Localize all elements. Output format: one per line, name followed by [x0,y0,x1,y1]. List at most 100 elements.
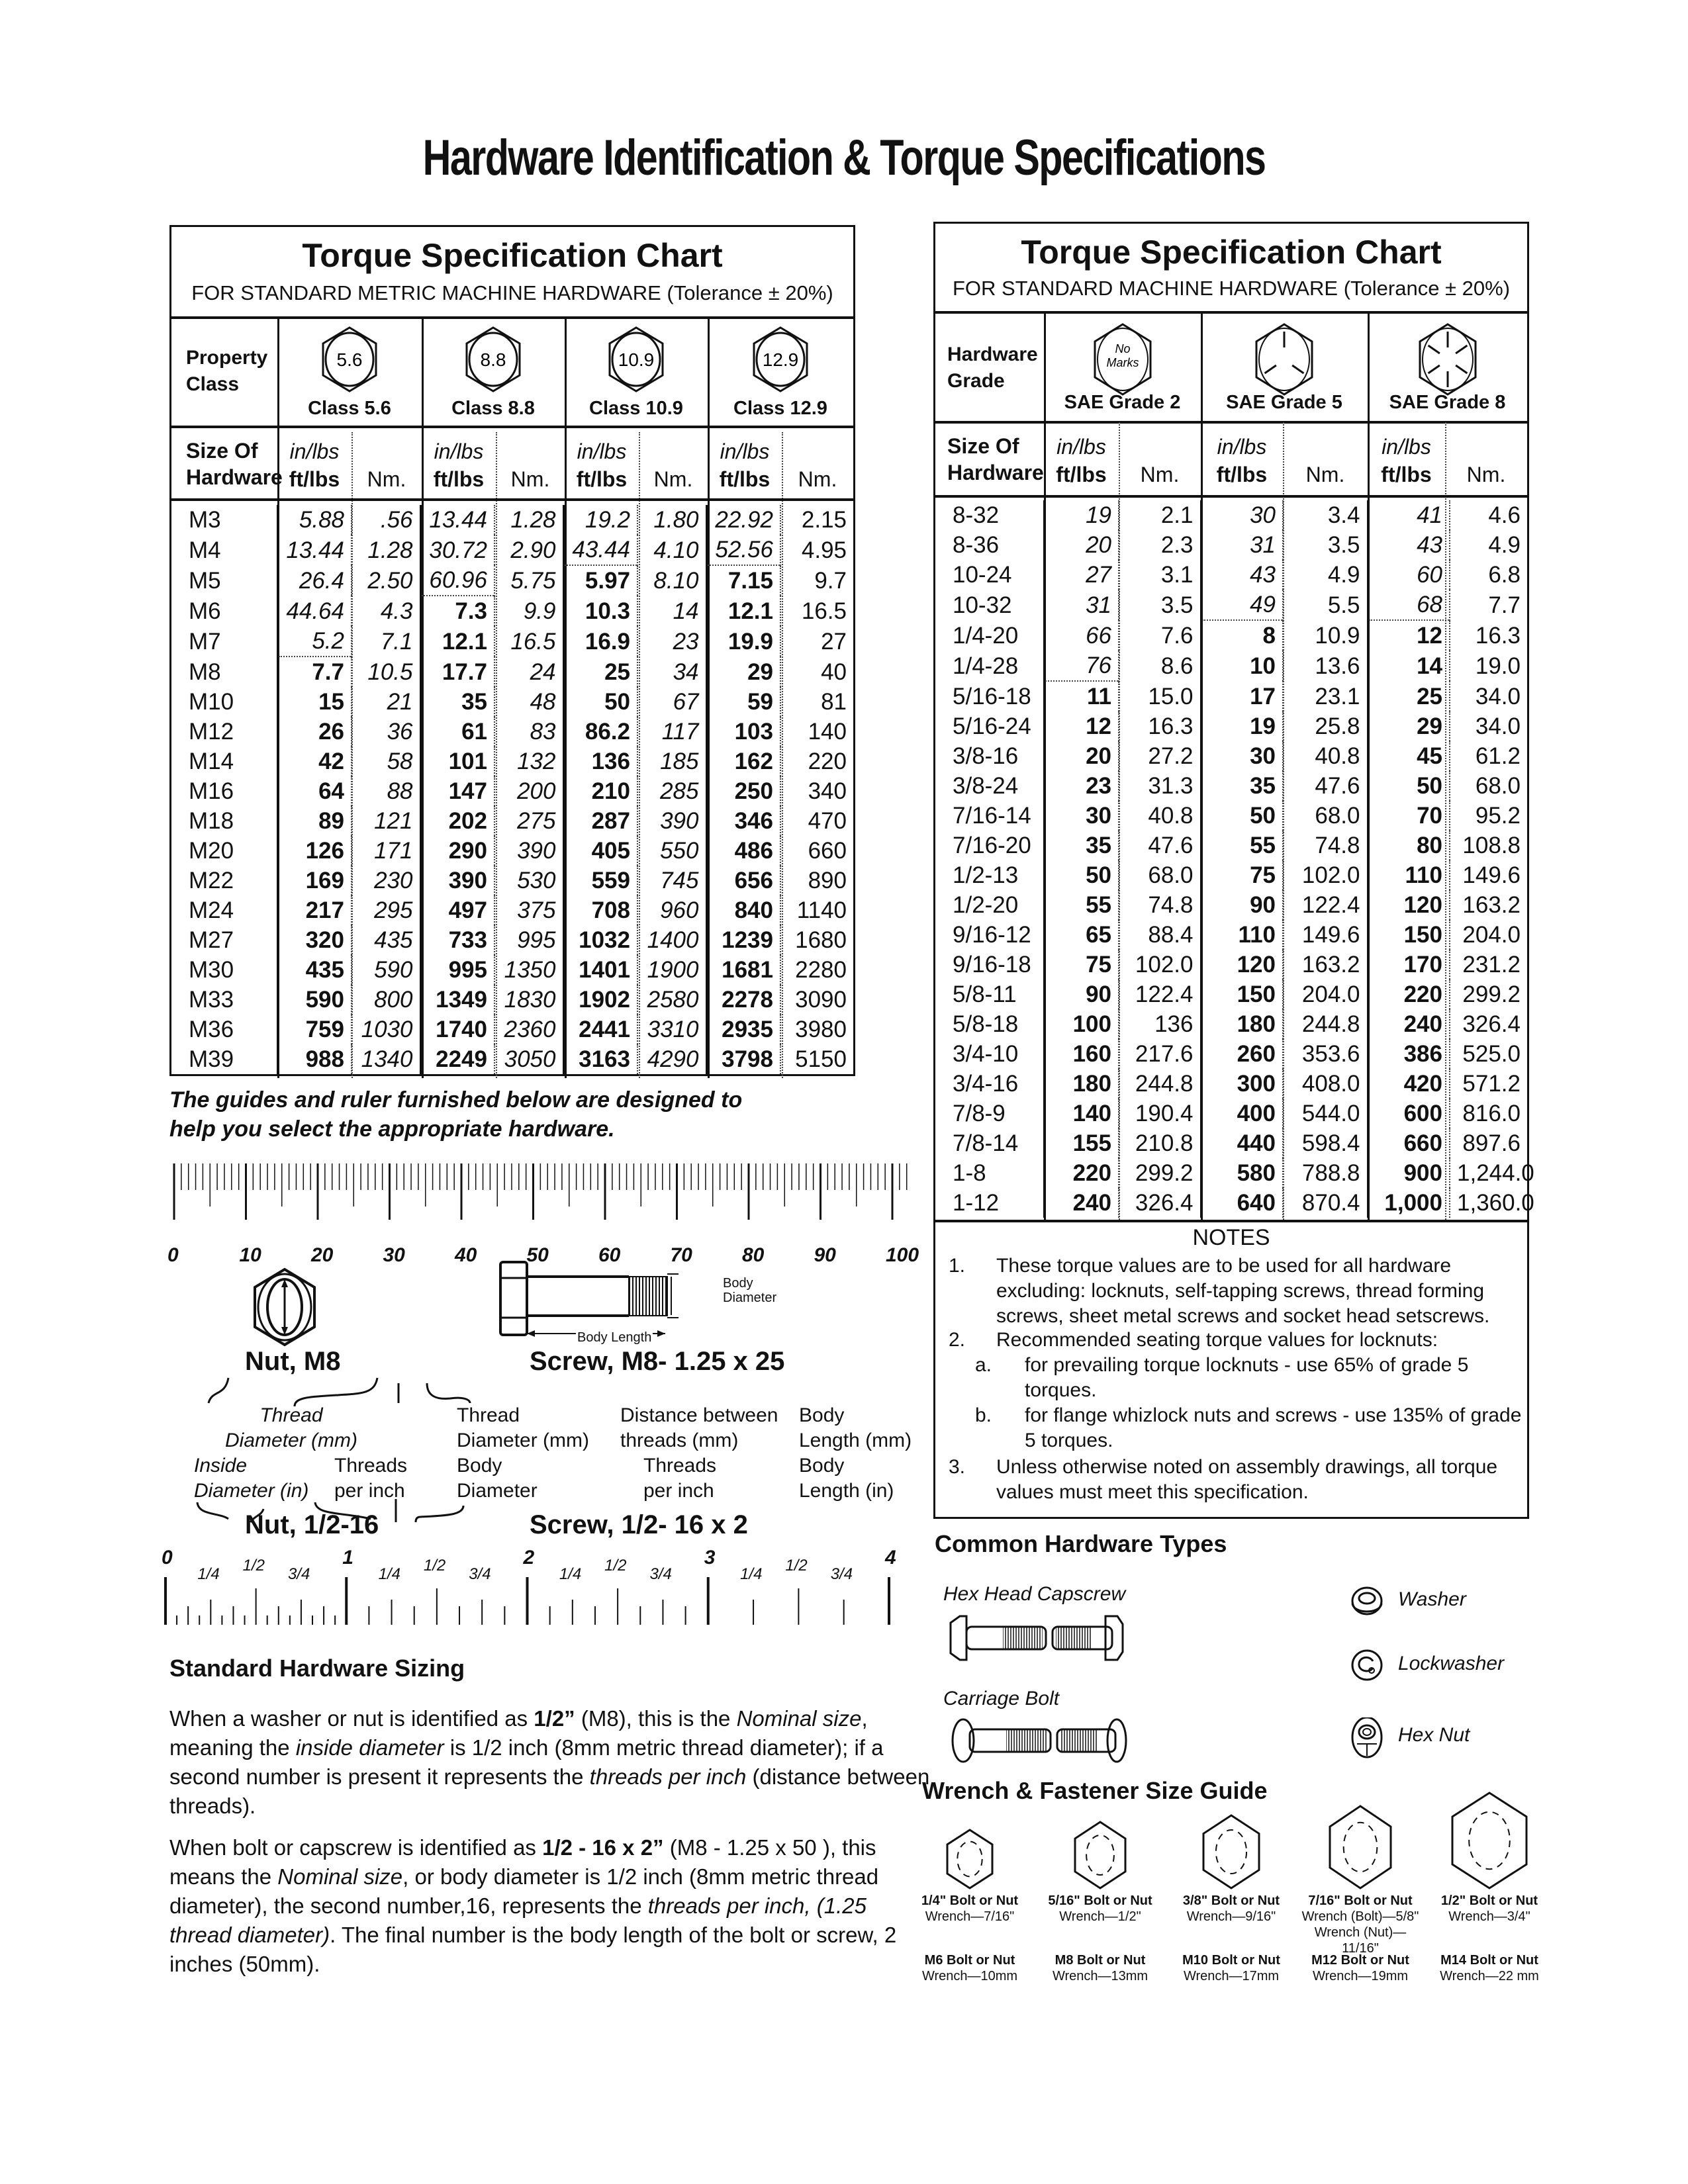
sae-size-label-line2: Hardware [947,461,1044,484]
nut-thread-line2: Diameter (mm) [225,1430,357,1451]
hex-nut-label: Hex Nut [1398,1724,1470,1746]
table-row: M5 26.4 2.50 60.96 5.75 5.97 8.10 7.15 9.7 [171,565,853,596]
table-row: M20 126 171 290 390 405 550 486 660 [171,836,853,866]
torque-nm-cell: 550 [637,836,706,866]
table-row: M27 320 435 733 995 1032 1400 1239 1680 [171,925,853,955]
mm-tick-label: 10 [239,1244,261,1266]
wrench-size: Wrench—3/4" [1448,1909,1530,1924]
torque-value-cell: 44.64 [276,596,352,626]
screw-body-diameter-label: Body Diameter [457,1453,538,1504]
class-mark-text: 10.9 [618,349,655,370]
torque-value-cell: 150 [1366,920,1450,950]
torque-nm-cell: 204.0 [1282,979,1368,1009]
common-hardware-heading: Common Hardware Types [935,1530,1227,1557]
torque-nm-cell: 6.8 [1449,560,1527,590]
table-row: M24 217 295 497 375 708 960 840 1140 [171,895,853,925]
metric-bolt-size: M12 Bolt or Nut [1311,1953,1409,1968]
inch-major-label: 3 [704,1547,716,1569]
torque-value-cell: 17.7 [419,657,494,687]
torque-nm-cell: 745 [637,866,706,895]
torque-nm-cell: 326.4 [1118,1188,1201,1218]
torque-nm-cell: 220 [780,747,853,776]
class-mark-text: 12.9 [763,349,799,370]
torque-value-cell: 5.97 [562,565,637,596]
torque-value-cell: 250 [705,776,780,806]
bolt-size: 7/16" Bolt or Nut [1308,1893,1413,1908]
inch-fraction-label: 1/2 [242,1557,265,1574]
nut-threads-line2: per inch [334,1480,405,1502]
torque-nm-cell: 122.4 [1282,890,1368,920]
torque-value-cell: 7.15 [705,565,780,596]
torque-value-cell: 64 [276,776,352,806]
torque-nm-cell: 47.6 [1118,831,1201,860]
size-cell: M33 [189,987,234,1013]
sizing-text-run: When a washer or nut is identified as [169,1706,534,1731]
torque-nm-cell: 230 [351,866,420,895]
size-cell: M6 [189,598,221,624]
torque-value-cell: 65 [1043,920,1119,950]
table-row: 1-12 240 326.4 640 870.4 1,000 1,360.0 [935,1188,1534,1218]
sae-grade-mark-icon [1419,323,1476,396]
table-row: M36 759 1030 1740 2360 2441 3310 2935 3980 [171,1015,853,1044]
torque-nm-cell: 74.8 [1118,890,1201,920]
torque-value-cell: 26.4 [276,565,352,596]
torque-nm-cell: 3310 [637,1015,706,1044]
torque-value-cell: 590 [276,985,352,1015]
unit-nm: Nm. [367,467,406,491]
torque-value-cell: 13.44 [419,505,494,535]
nut-imperial-label: Nut, 1/2-16 [245,1510,379,1539]
sae-size-label-line1: Size Of [947,434,1019,458]
mm-tick-label: 20 [311,1244,334,1266]
torque-value-cell: 3163 [562,1044,637,1074]
torque-nm-cell: 102.0 [1282,860,1368,890]
torque-value-cell: 580 [1199,1158,1283,1188]
size-cell: 8-36 [953,532,1000,558]
table-row: M3 5.88.56 13.44 1.28 19.2 1.80 22.92 2.15 [171,505,853,535]
note-number: b. [975,1404,992,1426]
nut-m8-icon [254,1267,316,1347]
torque-value-cell: 440 [1199,1128,1283,1158]
torque-nm-cell: 244.8 [1118,1069,1201,1099]
bolt-size: 3/8" Bolt or Nut [1182,1893,1280,1908]
torque-value-cell: 8 [1199,619,1283,651]
wrench-imperial-label: 1/2" Bolt or Nut Wrench—3/4" [1427,1893,1552,1925]
screw-distance-line1: Distance between [620,1404,778,1426]
inch-fraction-label: 3/4 [830,1565,853,1583]
torque-value-cell: 2935 [705,1015,780,1044]
torque-value-cell: 840 [705,895,780,925]
torque-value-cell: 19 [1043,500,1119,530]
nut-inside-diameter-label: Inside Diameter (in) [194,1453,308,1504]
nut-thread-diameter-label: Thread Diameter (mm) [225,1403,357,1453]
inch-fraction-label: 1/2 [604,1557,627,1574]
torque-nm-cell: 21 [351,687,420,717]
size-cell: M7 [189,628,221,655]
torque-nm-cell: 4290 [637,1044,706,1074]
sae-chart-title: Torque Specification Chart [1021,234,1442,271]
torque-nm-cell: 4.10 [637,535,706,565]
torque-nm-cell: 1680 [780,925,853,955]
size-cell: 1/4-20 [953,622,1019,649]
torque-value-cell: 41 [1366,500,1450,530]
torque-value-cell: 5.2 [276,626,352,657]
torque-value-cell: 55 [1199,831,1283,860]
torque-nm-cell: 19.0 [1449,651,1527,681]
unit-in-lbs: in/lbs [577,439,627,463]
torque-nm-cell: 24 [494,657,563,687]
sae-torque-table: 8-32 19 2.1 30 3.4 41 4.6 8-36 20 2.3 31 3.5 43 4.9 10… [935,500,1534,1218]
size-cell: 7/8-14 [953,1130,1019,1156]
wrench-size: Wrench—9/16" [1186,1909,1276,1924]
torque-value-cell: 66 [1043,620,1119,651]
torque-nm-cell: 4.9 [1449,530,1527,560]
property-class-mark-icon: 12.9 [753,326,808,392]
screw-distance-line2: threads (mm) [620,1430,739,1451]
torque-value-cell: 75 [1199,860,1283,890]
size-cell: M10 [189,689,234,715]
torque-nm-cell: 897.6 [1449,1128,1527,1158]
torque-value-cell: 86.2 [562,717,637,747]
unit-in-ft-lbs: in/lbs ft/lbs [422,437,496,493]
size-cell: 7/16-14 [953,803,1031,829]
torque-value-cell: 240 [1366,1009,1450,1039]
torque-value-cell: 12 [1366,619,1450,651]
torque-value-cell: 12.1 [419,626,494,657]
inch-fraction-label: 3/4 [649,1565,672,1583]
